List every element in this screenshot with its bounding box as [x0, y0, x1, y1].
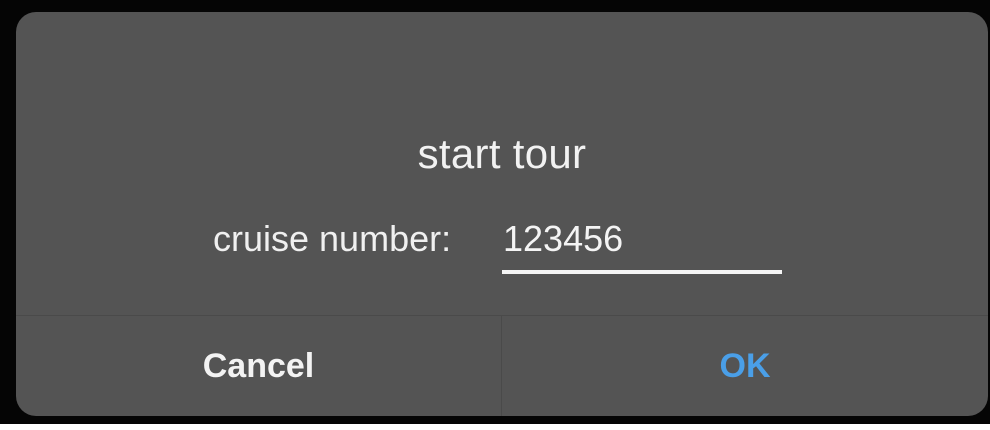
dialog-title: start tour — [417, 130, 587, 177]
cruise-number-label: cruise number: — [213, 218, 452, 259]
screen-frame: start tour cruise number: 123456 Cancel … — [0, 0, 990, 424]
start-tour-dialog: start tour cruise number: 123456 Cancel … — [16, 12, 988, 416]
ok-button[interactable]: OK — [502, 316, 988, 416]
input-underline — [502, 270, 782, 274]
cancel-button[interactable]: Cancel — [16, 316, 501, 416]
cruise-number-row: cruise number: 123456 — [16, 217, 988, 277]
cruise-number-input[interactable]: 123456 — [502, 217, 783, 261]
